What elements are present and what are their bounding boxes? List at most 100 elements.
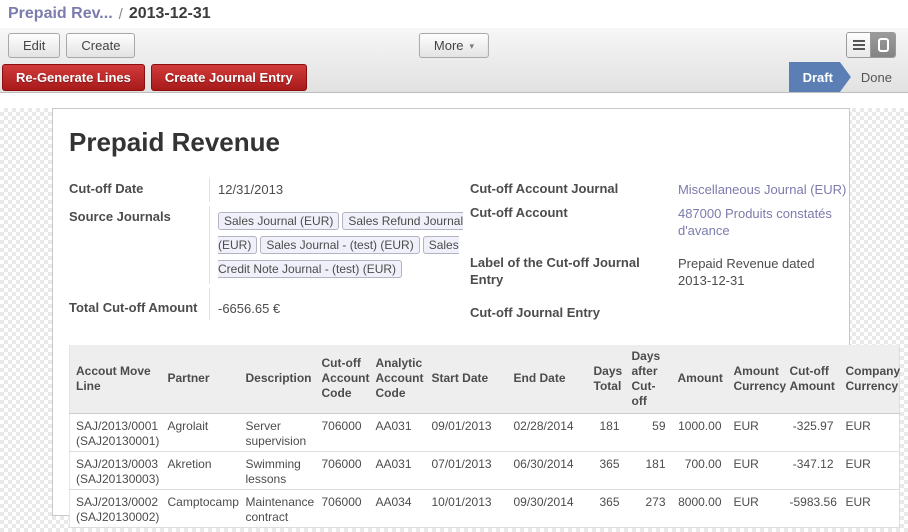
col-amount[interactable]: Amount bbox=[672, 345, 728, 414]
breadcrumb: Prepaid Rev... / 2013-12-31 bbox=[0, 0, 908, 28]
breadcrumb-current: 2013-12-31 bbox=[129, 5, 211, 23]
cell-days-after-cutoff[interactable]: 181 bbox=[626, 451, 672, 489]
list-view-icon bbox=[853, 40, 865, 50]
cell-description[interactable]: Server supervision bbox=[240, 413, 316, 451]
cell-description[interactable]: Maintenance contract bbox=[240, 489, 316, 527]
create-journal-entry-button[interactable]: Create Journal Entry bbox=[151, 64, 307, 91]
cell-analytic-account-code[interactable]: AA031 bbox=[370, 413, 426, 451]
col-start-date[interactable]: Start Date bbox=[426, 345, 508, 414]
col-days-total[interactable]: Days Total bbox=[588, 345, 626, 414]
list-view-button[interactable] bbox=[847, 33, 871, 57]
cutoff-date-label: Cut-off Date bbox=[69, 178, 209, 201]
cell-days-total[interactable]: 365 bbox=[588, 489, 626, 527]
page-title: Prepaid Revenue bbox=[69, 127, 849, 158]
cell-move-line[interactable]: SAJ/2013/0001 (SAJ20130001) bbox=[70, 413, 162, 451]
cell-end-date[interactable]: 06/30/2014 bbox=[508, 451, 588, 489]
cell-start-date[interactable]: 07/01/2013 bbox=[426, 451, 508, 489]
col-days-after-cutoff[interactable]: Days after Cut-off bbox=[626, 345, 672, 414]
right-field-group: Cut-off Account Journal Miscellaneous Jo… bbox=[470, 178, 849, 325]
col-description[interactable]: Description bbox=[240, 345, 316, 414]
workflow-states: Draft Done bbox=[789, 62, 908, 92]
cell-cutoff-amount[interactable]: -5983.56 bbox=[784, 489, 840, 527]
cell-amount-currency[interactable]: EUR bbox=[728, 451, 784, 489]
cell-days-total[interactable]: 181 bbox=[588, 413, 626, 451]
dropdown-caret-icon: ▾ bbox=[470, 41, 475, 52]
table-header-row: Accout Move Line Partner Description Cut… bbox=[70, 345, 900, 414]
cell-amount[interactable]: 1000.00 bbox=[672, 413, 728, 451]
table-row[interactable]: SAJ/2013/0003 (SAJ20130003) Akretion Swi… bbox=[70, 451, 900, 489]
source-journals-label: Source Journals bbox=[69, 206, 209, 229]
account-link[interactable]: 487000 Produits constatés d'avance bbox=[678, 206, 832, 239]
state-draft-badge[interactable]: Draft bbox=[789, 62, 851, 92]
breadcrumb-separator: / bbox=[119, 6, 123, 23]
cell-amount[interactable]: 8000.00 bbox=[672, 489, 728, 527]
table-row[interactable]: SAJ/2013/0001 (SAJ20130001) Agrolait Ser… bbox=[70, 413, 900, 451]
table-row[interactable]: SAJ/2013/0002 (SAJ20130002) Camptocamp M… bbox=[70, 489, 900, 527]
cell-amount-currency[interactable]: EUR bbox=[728, 413, 784, 451]
cell-cutoff-account-code[interactable]: 706000 bbox=[316, 489, 370, 527]
col-amount-currency[interactable]: Amount Currency bbox=[728, 345, 784, 414]
journal-link[interactable]: Miscellaneous Journal (EUR) bbox=[678, 182, 846, 197]
more-dropdown-button[interactable]: More ▾ bbox=[419, 33, 489, 58]
cell-partner[interactable]: Agrolait bbox=[162, 413, 240, 451]
cell-analytic-account-code[interactable]: AA031 bbox=[370, 451, 426, 489]
col-cutoff-account-code[interactable]: Cut-off Account Code bbox=[316, 345, 370, 414]
create-button[interactable]: Create bbox=[66, 33, 135, 58]
cell-description[interactable]: Swimming lessons bbox=[240, 451, 316, 489]
cell-company-currency[interactable]: EUR bbox=[840, 413, 900, 451]
cutoff-lines-table: Accout Move Line Partner Description Cut… bbox=[69, 345, 900, 528]
cell-cutoff-amount[interactable]: -325.97 bbox=[784, 413, 840, 451]
cell-analytic-account-code[interactable]: AA034 bbox=[370, 489, 426, 527]
journal-tag[interactable]: Sales Journal - (test) (EUR) bbox=[260, 236, 419, 254]
journal-tag[interactable]: Sales Journal (EUR) bbox=[218, 212, 339, 230]
total-cutoff-amount-label: Total Cut-off Amount bbox=[69, 288, 209, 320]
state-done-label[interactable]: Done bbox=[861, 70, 892, 85]
journal-entry-label-value[interactable]: Prepaid Revenue dated 2013-12-31 bbox=[670, 243, 848, 293]
col-company-currency[interactable]: Company Currency bbox=[840, 345, 900, 414]
more-label: More bbox=[434, 38, 464, 53]
cell-cutoff-amount[interactable]: -347.12 bbox=[784, 451, 840, 489]
form-sheet: Prepaid Revenue Cut-off Date 12/31/2013 … bbox=[52, 108, 850, 516]
cell-partner[interactable]: Camptocamp bbox=[162, 489, 240, 527]
cell-company-currency[interactable]: EUR bbox=[840, 489, 900, 527]
cell-amount[interactable]: 700.00 bbox=[672, 451, 728, 489]
content-background: Prepaid Revenue Cut-off Date 12/31/2013 … bbox=[0, 108, 908, 532]
col-end-date[interactable]: End Date bbox=[508, 345, 588, 414]
form-view-icon bbox=[878, 38, 889, 52]
cell-start-date[interactable]: 09/01/2013 bbox=[426, 413, 508, 451]
toolbar: Edit Create More ▾ bbox=[0, 28, 908, 62]
cell-days-total[interactable]: 365 bbox=[588, 451, 626, 489]
field-groups: Cut-off Date 12/31/2013 Source Journals … bbox=[69, 178, 849, 325]
cell-move-line[interactable]: SAJ/2013/0003 (SAJ20130003) bbox=[70, 451, 162, 489]
form-view-button[interactable] bbox=[871, 33, 895, 57]
cell-end-date[interactable]: 09/30/2014 bbox=[508, 489, 588, 527]
cell-cutoff-account-code[interactable]: 706000 bbox=[316, 451, 370, 489]
cutoff-account-journal-label: Cut-off Account Journal bbox=[470, 178, 670, 201]
col-partner[interactable]: Partner bbox=[162, 345, 240, 414]
cutoff-journal-entry-value bbox=[670, 293, 848, 308]
cell-partner[interactable]: Akretion bbox=[162, 451, 240, 489]
cutoff-account-journal-value[interactable]: Miscellaneous Journal (EUR) bbox=[670, 178, 848, 202]
cell-start-date[interactable]: 10/01/2013 bbox=[426, 489, 508, 527]
col-analytic-account-code[interactable]: Analytic Account Code bbox=[370, 345, 426, 414]
cell-days-after-cutoff[interactable]: 59 bbox=[626, 413, 672, 451]
cutoff-date-value[interactable]: 12/31/2013 bbox=[209, 178, 464, 202]
col-cutoff-amount[interactable]: Cut-off Amount bbox=[784, 345, 840, 414]
source-journals-tags[interactable]: Sales Journal (EUR)Sales Refund Journal … bbox=[209, 206, 464, 284]
regenerate-lines-button[interactable]: Re-Generate Lines bbox=[2, 64, 145, 91]
cell-company-currency[interactable]: EUR bbox=[840, 451, 900, 489]
cell-cutoff-account-code[interactable]: 706000 bbox=[316, 413, 370, 451]
journal-entry-label-label: Label of the Cut-off Journal Entry bbox=[470, 243, 670, 292]
cell-days-after-cutoff[interactable]: 273 bbox=[626, 489, 672, 527]
total-cutoff-amount-value: -6656.65 € bbox=[209, 288, 464, 321]
cell-move-line[interactable]: SAJ/2013/0002 (SAJ20130002) bbox=[70, 489, 162, 527]
col-account-move-line[interactable]: Accout Move Line bbox=[70, 345, 162, 414]
edit-button[interactable]: Edit bbox=[8, 33, 60, 58]
cutoff-account-value[interactable]: 487000 Produits constatés d'avance bbox=[670, 202, 848, 243]
view-switcher bbox=[846, 32, 896, 58]
status-bar: Re-Generate Lines Create Journal Entry D… bbox=[0, 62, 908, 93]
cutoff-journal-entry-label: Cut-off Journal Entry bbox=[470, 293, 670, 325]
cell-amount-currency[interactable]: EUR bbox=[728, 489, 784, 527]
breadcrumb-parent-link[interactable]: Prepaid Rev... bbox=[8, 5, 113, 23]
cell-end-date[interactable]: 02/28/2014 bbox=[508, 413, 588, 451]
